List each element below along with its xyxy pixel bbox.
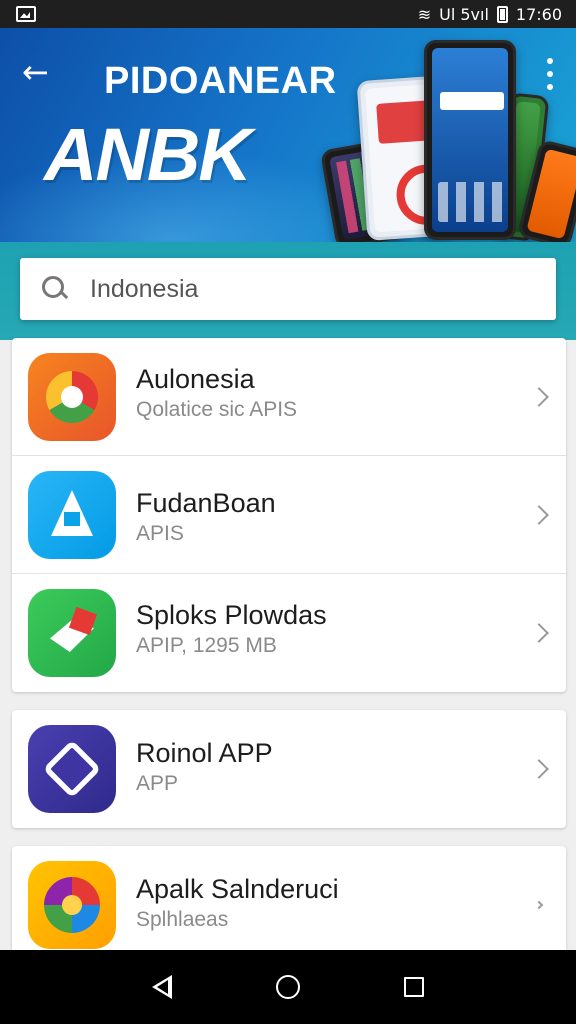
header-title: PIDOANEAR: [104, 60, 337, 102]
app-row-fudanboan[interactable]: FudanBoan APIS: [12, 456, 566, 574]
app-subtitle: APIP, 1295 MB: [136, 634, 277, 657]
app-subtitle: Qolatice sic APIS: [136, 398, 298, 421]
chevron-right-icon: [529, 386, 549, 407]
app-name: Sploks Plowdas: [136, 600, 327, 630]
header-banner: ← PIDOANEAR ANBK: [0, 28, 576, 242]
chrome-like-icon: [28, 352, 116, 441]
app-card: Apalk Salnderuci Splhlaeas: [12, 846, 566, 966]
app-name: Aulonesia: [136, 364, 255, 394]
chevron-right-icon: [529, 759, 549, 779]
app-subtitle: APP: [136, 772, 179, 795]
app-row-sploks-plowdas[interactable]: Sploks Plowdas APIP, 1295 MB: [12, 574, 566, 692]
nav-recents-icon[interactable]: [404, 977, 424, 997]
app-name: Roinol APP: [136, 738, 273, 768]
app-row-roinol[interactable]: Roinol APP APP: [12, 710, 566, 828]
signal-text: Ul 5vıl: [439, 4, 489, 24]
header-logo: ANBK: [44, 113, 252, 196]
nav-back-icon[interactable]: [152, 975, 172, 999]
search-box[interactable]: [20, 258, 556, 320]
wifi-icon: ≋: [417, 4, 432, 24]
app-subtitle: Splhlaeas: [136, 908, 229, 931]
status-right: ≋ Ul 5vıl 17:60: [418, 5, 562, 24]
hexagon-icon: [28, 725, 116, 813]
dot-icon: [547, 58, 553, 64]
app-card: Roinol APP APP: [12, 710, 566, 828]
battery-icon: [496, 5, 508, 23]
app-row-apalk[interactable]: Apalk Salnderuci Splhlaeas: [12, 846, 566, 964]
status-bar: ≋ Ul 5vıl 17:60: [0, 0, 576, 28]
app-row-aulonesia[interactable]: Aulonesia Qolatice sic APIS: [12, 338, 566, 456]
chevron-right-icon: [529, 623, 549, 643]
search-band: [0, 242, 576, 340]
arrow-left-icon: ←: [22, 53, 49, 91]
nav-home-icon[interactable]: [276, 975, 300, 999]
status-time: 17:60: [515, 4, 562, 24]
search-icon: [42, 276, 68, 302]
chevron-right-icon: [529, 504, 549, 525]
app-list-card: Aulonesia Qolatice sic APIS FudanBoan AP…: [12, 338, 566, 692]
dot-icon: [547, 71, 553, 77]
search-input[interactable]: [90, 274, 510, 304]
status-left: [16, 6, 36, 22]
phones-illustration: [306, 34, 576, 242]
app-subtitle: APIS: [136, 522, 184, 545]
chevron-right-icon: [534, 900, 544, 910]
dot-icon: [547, 84, 553, 90]
pinwheel-icon: [28, 861, 116, 949]
app-name: Apalk Salnderuci: [136, 874, 339, 904]
navigation-bar: [0, 950, 576, 1024]
back-button[interactable]: ←: [22, 54, 58, 90]
more-options-button[interactable]: [540, 58, 560, 90]
phone-illustration: [424, 40, 516, 240]
app-name: FudanBoan: [136, 488, 276, 518]
maps-icon: [28, 589, 116, 677]
gallery-notification-icon: [16, 6, 36, 22]
app-store-icon: [28, 470, 116, 559]
